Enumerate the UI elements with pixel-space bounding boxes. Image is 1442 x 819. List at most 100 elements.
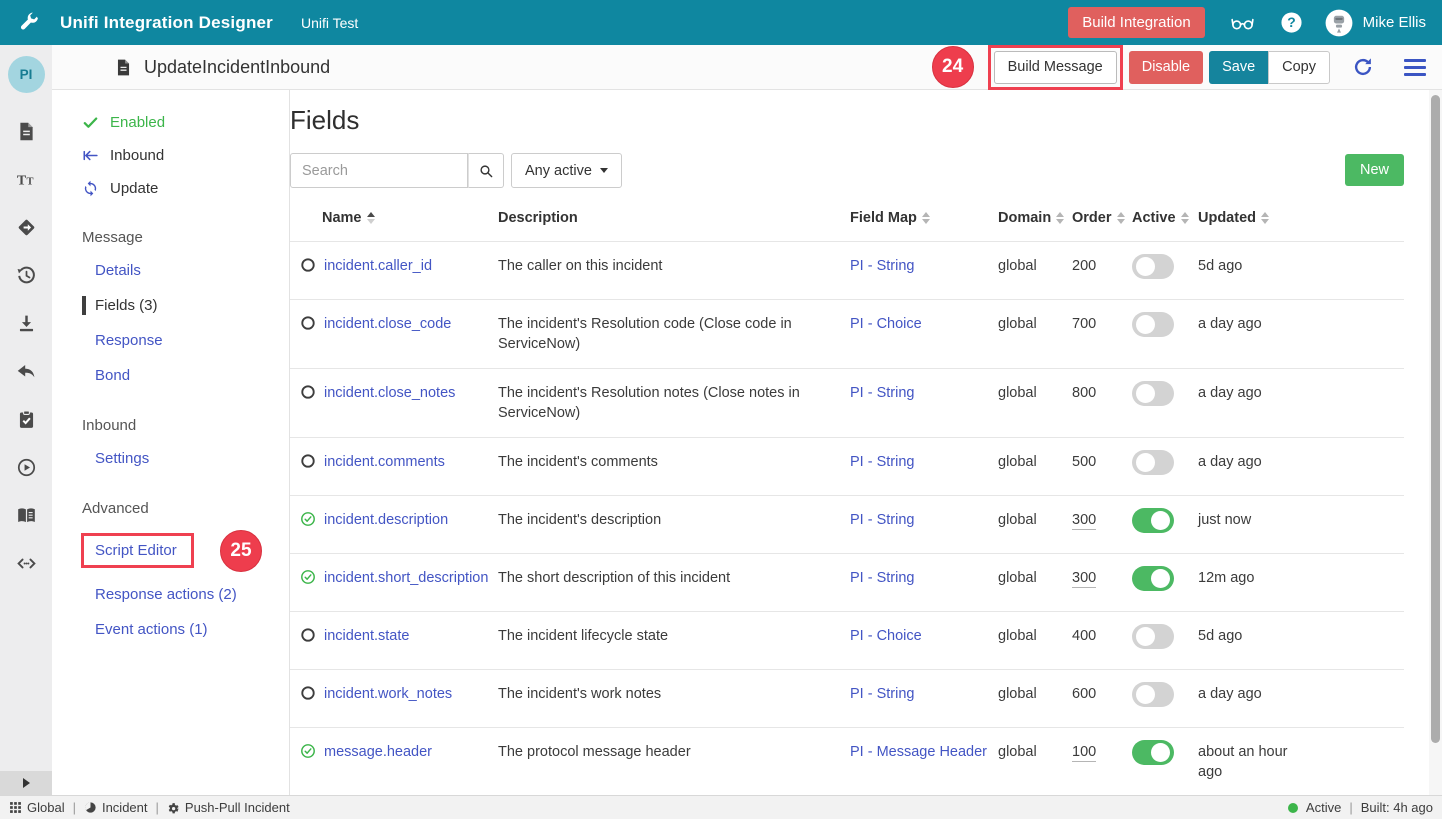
history-icon[interactable]: [16, 265, 37, 286]
column-header-field-map[interactable]: Field Map: [850, 210, 998, 226]
field-map-link[interactable]: PI - String: [850, 385, 914, 401]
scope-item[interactable]: Global: [9, 800, 65, 815]
active-toggle[interactable]: [1132, 740, 1174, 765]
field-name-link[interactable]: incident.caller_id: [324, 258, 432, 274]
list-controls: Any active New: [290, 153, 1442, 188]
download-icon[interactable]: [16, 313, 37, 334]
scope-label: Global: [27, 800, 65, 815]
column-header-name[interactable]: Name: [300, 210, 498, 226]
menu-icon[interactable]: [1404, 59, 1426, 76]
help-icon[interactable]: ?: [1280, 11, 1303, 34]
field-map-link[interactable]: PI - String: [850, 686, 914, 702]
typography-icon[interactable]: TT: [16, 169, 37, 190]
field-name-link[interactable]: incident.comments: [324, 454, 445, 470]
nav-item-bond[interactable]: Bond: [52, 358, 289, 393]
order-value[interactable]: 300: [1072, 570, 1096, 588]
expand-panel-button[interactable]: [0, 771, 52, 795]
column-header-order[interactable]: Order: [1072, 210, 1132, 226]
sort-carets-icon: [367, 212, 375, 224]
field-name-link[interactable]: incident.close_code: [324, 316, 451, 332]
nav-item-label: Script Editor: [81, 533, 194, 568]
field-name-link[interactable]: message.header: [324, 744, 432, 760]
nav-item-event-actions-1[interactable]: Event actions (1): [52, 612, 289, 647]
column-header-domain[interactable]: Domain: [998, 210, 1072, 226]
code-icon[interactable]: [16, 553, 37, 574]
active-toggle[interactable]: [1132, 624, 1174, 649]
active-cell: [1132, 742, 1198, 771]
build-integration-button[interactable]: Build Integration: [1068, 7, 1204, 38]
active-filter-dropdown[interactable]: Any active: [511, 153, 622, 188]
domain-cell: global: [998, 684, 1072, 704]
nav-item-script-editor[interactable]: Script Editor 25: [52, 524, 289, 577]
name-cell: incident.close_code: [300, 314, 498, 337]
field-name-link[interactable]: incident.short_description: [324, 570, 488, 586]
active-toggle[interactable]: [1132, 508, 1174, 533]
toggle-knob: [1151, 743, 1170, 762]
integration-item[interactable]: Push-Pull Incident: [167, 800, 290, 815]
copy-button[interactable]: Copy: [1268, 51, 1330, 84]
column-label: Order: [1072, 210, 1112, 226]
user-avatar-icon[interactable]: [1325, 9, 1353, 37]
glasses-icon[interactable]: [1227, 11, 1258, 34]
field-map-link[interactable]: PI - String: [850, 454, 914, 470]
action-update: Update: [52, 172, 289, 205]
nav-item-response[interactable]: Response: [52, 323, 289, 358]
active-status-label: Active: [1306, 800, 1341, 815]
integration-avatar[interactable]: PI: [8, 56, 45, 93]
field-map-link[interactable]: PI - String: [850, 570, 914, 586]
pie-circle-icon: [84, 801, 97, 814]
sort-carets-icon: [1117, 212, 1125, 224]
disable-button[interactable]: Disable: [1129, 51, 1203, 84]
active-toggle[interactable]: [1132, 254, 1174, 279]
nav-item-settings[interactable]: Settings: [52, 441, 289, 476]
active-toggle[interactable]: [1132, 381, 1174, 406]
active-toggle[interactable]: [1132, 450, 1174, 475]
search-button[interactable]: [468, 153, 504, 188]
workspace-name[interactable]: Unifi Test: [301, 15, 358, 31]
toggle-knob: [1151, 569, 1170, 588]
save-button[interactable]: Save: [1209, 51, 1268, 84]
field-map-link[interactable]: PI - String: [850, 512, 914, 528]
table-row: incident.stateThe incident lifecycle sta…: [290, 612, 1404, 670]
column-header-description[interactable]: Description: [498, 210, 850, 226]
field-map-link[interactable]: PI - Message Header: [850, 744, 987, 760]
nav-section-advanced: Advanced: [52, 476, 289, 524]
build-message-button[interactable]: Build Message: [994, 51, 1117, 84]
field-name-link[interactable]: incident.description: [324, 512, 448, 528]
new-button[interactable]: New: [1345, 154, 1404, 186]
description-cell: The protocol message header: [498, 742, 850, 762]
book-icon[interactable]: [16, 505, 37, 526]
nav-item-fields-3[interactable]: Fields (3): [52, 288, 289, 323]
chevron-down-icon: [600, 168, 608, 173]
active-toggle[interactable]: [1132, 682, 1174, 707]
active-toggle[interactable]: [1132, 312, 1174, 337]
field-map-link[interactable]: PI - Choice: [850, 316, 922, 332]
reply-icon[interactable]: [16, 361, 37, 382]
column-header-active[interactable]: Active: [1132, 210, 1198, 226]
field-name-link[interactable]: incident.work_notes: [324, 686, 452, 702]
play-circle-icon[interactable]: [16, 457, 37, 478]
nav-item-details[interactable]: Details: [52, 253, 289, 288]
process-item[interactable]: Incident: [84, 800, 148, 815]
tasks-icon[interactable]: [16, 409, 37, 430]
column-header-updated[interactable]: Updated: [1198, 210, 1310, 226]
annotation-step-25: 25: [220, 530, 262, 572]
directions-icon[interactable]: [16, 217, 37, 238]
toolbar-actions: 24 Build Message Disable Save Copy: [932, 45, 1426, 90]
active-cell: [1132, 452, 1198, 481]
file-document-icon[interactable]: [16, 121, 37, 142]
user-name[interactable]: Mike Ellis: [1363, 14, 1426, 31]
search-input[interactable]: [290, 153, 468, 188]
active-toggle[interactable]: [1132, 566, 1174, 591]
field-map-link[interactable]: PI - String: [850, 258, 914, 274]
updated-cell: 12m ago: [1198, 568, 1310, 588]
order-value[interactable]: 100: [1072, 744, 1096, 762]
refresh-icon[interactable]: [1352, 56, 1374, 78]
field-map-link[interactable]: PI - Choice: [850, 628, 922, 644]
scrollbar-thumb[interactable]: [1431, 95, 1440, 743]
arrow-left-icon: [82, 147, 99, 164]
field-name-link[interactable]: incident.close_notes: [324, 385, 455, 401]
order-value[interactable]: 300: [1072, 512, 1096, 530]
nav-item-response-actions-2[interactable]: Response actions (2): [52, 577, 289, 612]
field-name-link[interactable]: incident.state: [324, 628, 409, 644]
